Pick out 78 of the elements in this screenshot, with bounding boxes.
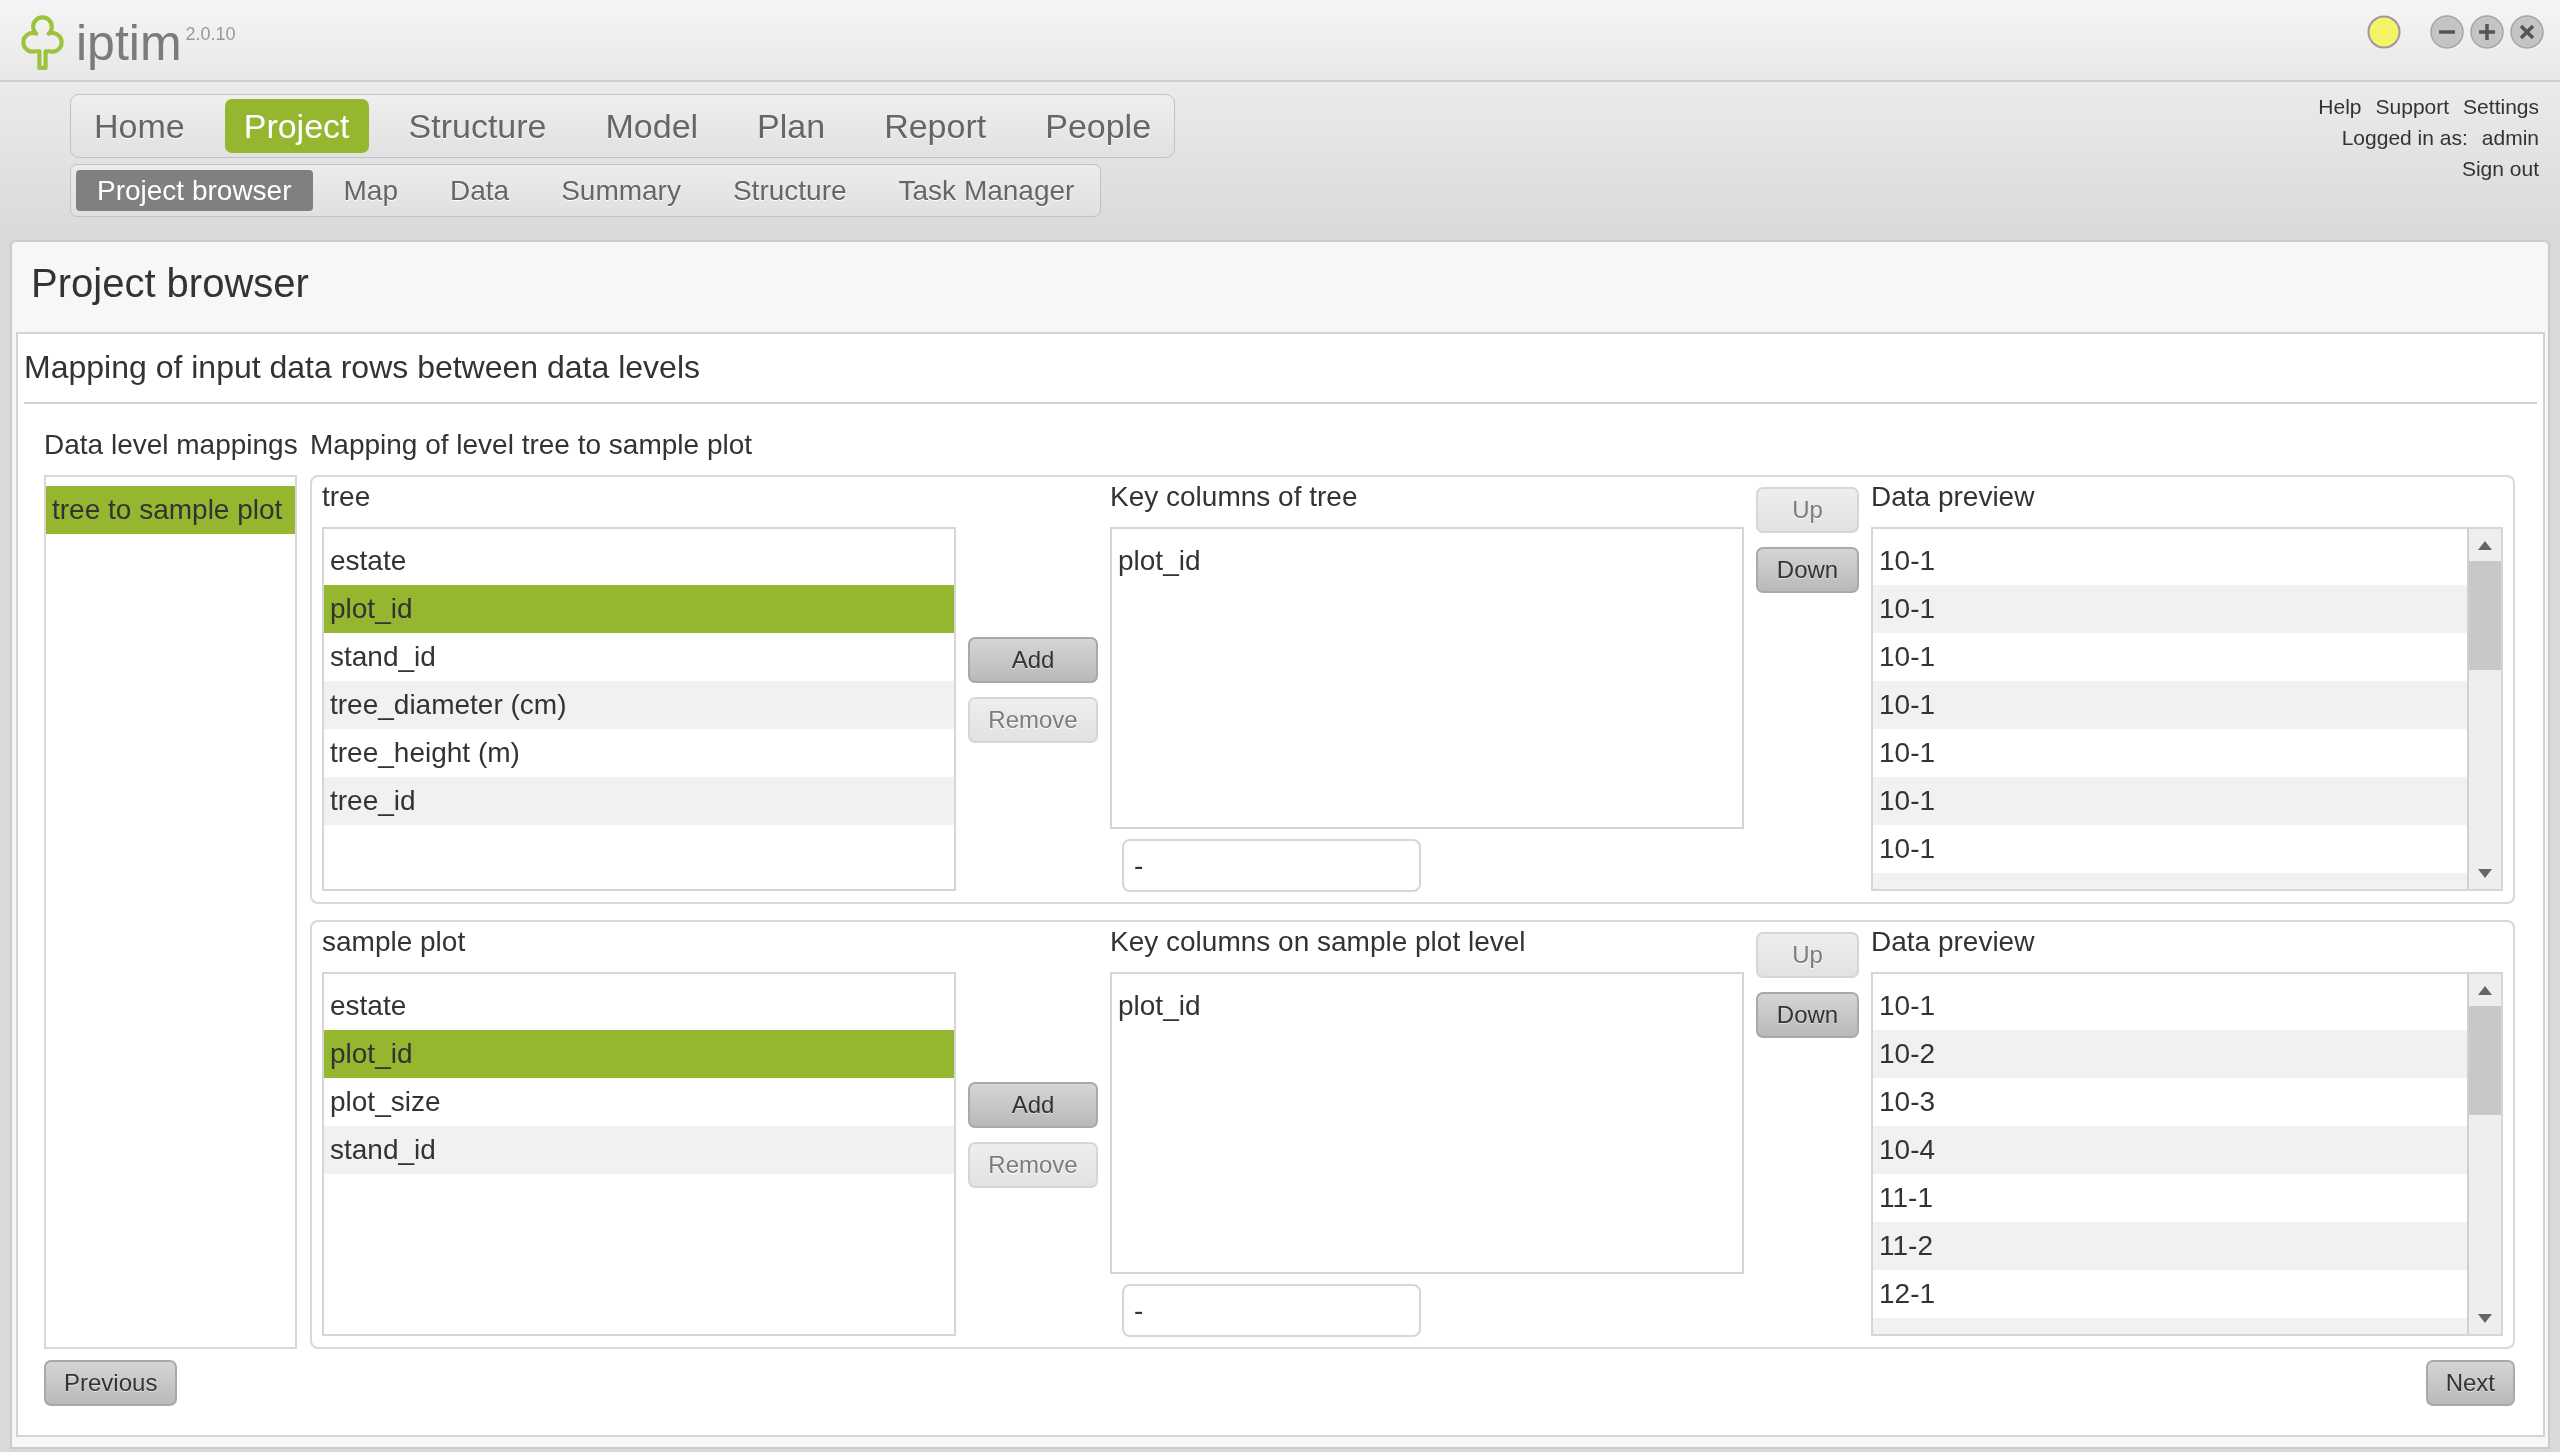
preview-cell-text: 10-1: [1878, 640, 1937, 674]
previous-button[interactable]: Previous: [44, 1360, 178, 1406]
scroll-down-arrow-icon[interactable]: [2478, 868, 2492, 878]
maximize-icon[interactable]: [2470, 15, 2504, 49]
key-column-item[interactable]: plot_id: [1112, 982, 1742, 1030]
submenu-tab[interactable]: Map: [322, 170, 419, 211]
column-item[interactable]: tree_height (m): [324, 729, 954, 777]
submenu-tab[interactable]: Structure: [711, 170, 868, 211]
preview-cell-text: 10-1: [1878, 736, 1937, 770]
preview-cell-text: 12-1: [1878, 1277, 1937, 1311]
menu-tab[interactable]: Model: [586, 99, 718, 153]
sign-out-link[interactable]: Sign out: [2461, 153, 2539, 184]
key-input-field[interactable]: -: [1122, 839, 1421, 892]
level-name: sample plot: [322, 926, 466, 957]
header-link[interactable]: Help: [2318, 91, 2362, 122]
version-label: 2.0.10: [185, 25, 236, 43]
down-button[interactable]: Down: [1756, 547, 1859, 593]
mapping-title: Mapping of level tree to sample plot: [310, 428, 753, 462]
menu-tab[interactable]: Structure: [389, 99, 566, 153]
mappings-label: Data level mappings: [44, 428, 297, 462]
preview-cell-text: 11-1: [1878, 1181, 1934, 1215]
scroll-up-arrow-icon[interactable]: [2478, 985, 2492, 995]
menu-tab[interactable]: Plan: [738, 99, 845, 153]
preview-cell-text: 10-1: [1878, 832, 1937, 866]
page-title: Project browser: [31, 261, 309, 305]
preview-cell: 10-4: [1873, 1126, 2467, 1174]
submenu-tab[interactable]: Summary: [540, 170, 702, 211]
submenu-tab[interactable]: Data: [429, 170, 531, 211]
preview-cell: 10-1: [1873, 585, 2467, 633]
down-button[interactable]: Down: [1756, 992, 1859, 1038]
key-input-field[interactable]: -: [1122, 1284, 1421, 1337]
scroll-down-arrow-icon[interactable]: [2478, 1313, 2492, 1323]
scrollbar-thumb[interactable]: [2469, 561, 2501, 670]
preview-label: Data preview: [1871, 926, 2035, 957]
close-icon[interactable]: [2510, 15, 2544, 49]
column-item[interactable]: plot_id: [324, 585, 954, 633]
column-item[interactable]: plot_size: [324, 1078, 954, 1126]
submenu-tab[interactable]: Task Manager: [877, 170, 1096, 211]
column-item[interactable]: estate: [324, 537, 954, 585]
app-name: iptim: [76, 18, 182, 68]
preview-cell-text: 10-3: [1878, 1085, 1937, 1119]
scrollbar[interactable]: [2467, 974, 2501, 1334]
column-item[interactable]: tree_id: [324, 777, 954, 825]
level-name: tree: [322, 481, 371, 512]
column-item[interactable]: stand_id: [324, 1126, 954, 1174]
logged-in-label: Logged in as:: [2341, 125, 2468, 151]
column-item[interactable]: tree_diameter (cm): [324, 681, 954, 729]
key-columns-label: Key columns of tree: [1110, 481, 1358, 512]
preview-cell: 11-2: [1873, 1222, 2467, 1270]
header-link[interactable]: Support: [2375, 91, 2450, 122]
key-columns-label: Key columns on sample plot level: [1110, 926, 1526, 957]
section-title: Mapping of input data rows between data levels: [24, 349, 700, 385]
add-button[interactable]: Add: [968, 637, 1098, 683]
mapping-item[interactable]: tree to sample plot: [46, 486, 295, 534]
scrollbar-thumb[interactable]: [2469, 1006, 2501, 1115]
scrollbar[interactable]: [2467, 529, 2501, 889]
user-name: admin: [2481, 125, 2539, 151]
menu-tab[interactable]: Report: [865, 99, 1006, 153]
column-item[interactable]: plot_id: [324, 1030, 954, 1078]
preview-cell-text: 10-1: [1878, 989, 1937, 1023]
header-link[interactable]: Settings: [2463, 91, 2539, 122]
minimize-icon[interactable]: [2430, 15, 2464, 49]
preview-cell: 10-2: [1873, 1030, 2467, 1078]
menu-tab[interactable]: People: [1026, 99, 1171, 153]
submenu-tab[interactable]: Project browser: [76, 170, 313, 211]
preview-cell-text: 10-1: [1878, 544, 1937, 578]
next-button[interactable]: Next: [2425, 1360, 2515, 1406]
preview-label: Data preview: [1871, 481, 2035, 512]
menu-tab[interactable]: Home: [75, 99, 204, 153]
column-item[interactable]: estate: [324, 982, 954, 1030]
preview-cell: 10-1: [1873, 681, 2467, 729]
clover-logo-icon: [20, 15, 66, 71]
key-column-item[interactable]: plot_id: [1112, 537, 1742, 585]
preview-cell: 10-1: [1873, 777, 2467, 825]
scroll-up-arrow-icon[interactable]: [2478, 540, 2492, 550]
column-item[interactable]: stand_id: [324, 633, 954, 681]
status-light-icon: [2367, 15, 2401, 49]
add-button[interactable]: Add: [968, 1082, 1098, 1128]
